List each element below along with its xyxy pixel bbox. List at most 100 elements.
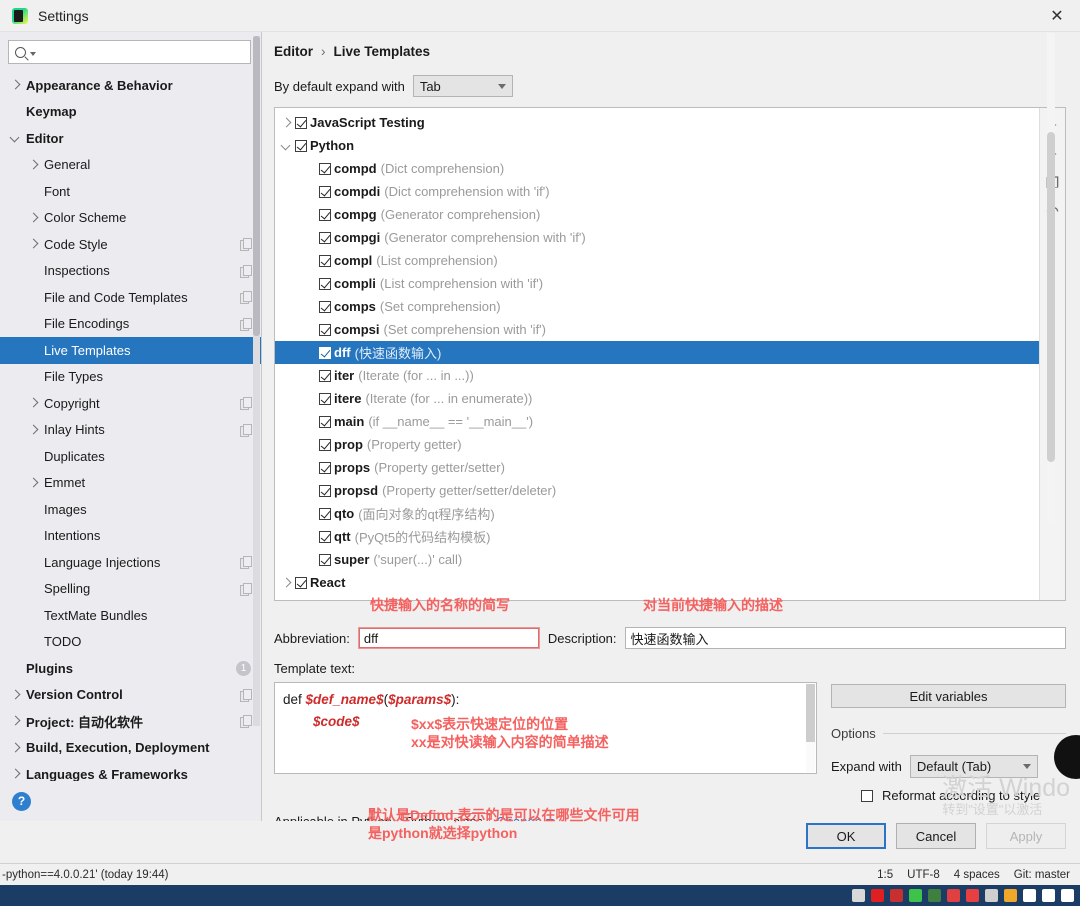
template-checkbox[interactable] — [319, 162, 331, 175]
template-checkbox[interactable] — [319, 208, 331, 221]
wifi-icon[interactable] — [1023, 889, 1036, 902]
sidebar-item-file-types[interactable]: File Types — [0, 364, 261, 391]
sidebar-item-inlay-hints[interactable]: Inlay Hints — [0, 417, 261, 444]
chevron-right-icon[interactable] — [281, 117, 293, 129]
sidebar-item-file-and-code-templates[interactable]: File and Code Templates — [0, 284, 261, 311]
excel-icon[interactable] — [966, 889, 979, 902]
template-row[interactable]: prop (Property getter) — [275, 433, 1039, 456]
template-checkbox[interactable] — [319, 231, 331, 244]
template-row[interactable]: Shell Script — [275, 594, 1039, 600]
download-icon[interactable] — [1004, 889, 1017, 902]
sidebar-item-spelling[interactable]: Spelling — [0, 576, 261, 603]
edit-variables-button[interactable]: Edit variables — [831, 684, 1066, 708]
template-row[interactable]: iter (Iterate (for ... in ...)) — [275, 364, 1039, 387]
template-row[interactable]: compg (Generator comprehension) — [275, 203, 1039, 226]
chevron-right-icon[interactable] — [28, 477, 40, 489]
template-checkbox[interactable] — [319, 484, 331, 497]
template-row[interactable]: compl (List comprehension) — [275, 249, 1039, 272]
help-icon[interactable]: ? — [12, 791, 31, 811]
template-row[interactable]: compgi (Generator comprehension with 'if'… — [275, 226, 1039, 249]
sidebar-item-languages-frameworks[interactable]: Languages & Frameworks — [0, 761, 261, 781]
status-caret-position[interactable]: 1:5 — [877, 869, 893, 881]
sidebar-item-code-style[interactable]: Code Style — [0, 231, 261, 258]
chevron-right-icon[interactable] — [281, 600, 293, 601]
sidebar-item-keymap[interactable]: Keymap — [0, 99, 261, 126]
default-expand-select[interactable]: Tab — [412, 75, 513, 97]
ok-button[interactable]: OK — [806, 823, 886, 849]
template-checkbox[interactable] — [319, 300, 331, 313]
chevron-right-icon[interactable] — [28, 424, 40, 436]
template-row[interactable]: dff (快速函数输入) — [275, 341, 1039, 364]
breadcrumb-parent[interactable]: Editor — [274, 44, 313, 59]
chevron-right-icon[interactable] — [281, 577, 293, 589]
chevron-right-icon[interactable] — [10, 689, 22, 701]
template-checkbox[interactable] — [319, 461, 331, 474]
apply-button[interactable]: Apply — [986, 823, 1066, 849]
search-input[interactable] — [36, 44, 244, 60]
user-icon[interactable] — [890, 889, 903, 902]
expand-with-select[interactable]: Default (Tab) — [909, 755, 1038, 778]
sidebar-item-intentions[interactable]: Intentions — [0, 523, 261, 550]
template-row[interactable]: Python — [275, 134, 1039, 157]
reformat-checkbox-row[interactable]: Reformat according to style — [861, 788, 1066, 803]
description-input[interactable]: 快速函数输入 — [624, 627, 1066, 649]
chevron-right-icon[interactable] — [28, 159, 40, 171]
template-row[interactable]: main (if __name__ == '__main__') — [275, 410, 1039, 433]
template-checkbox[interactable] — [319, 277, 331, 290]
qq-browser-icon[interactable] — [928, 889, 941, 902]
sidebar-scrollbar-thumb[interactable] — [253, 36, 260, 336]
sidebar-item-textmate-bundles[interactable]: TextMate Bundles — [0, 602, 261, 629]
template-checkbox[interactable] — [319, 530, 331, 543]
template-checkbox[interactable] — [319, 507, 331, 520]
sidebar-item-copyright[interactable]: Copyright — [0, 390, 261, 417]
template-checkbox[interactable] — [319, 415, 331, 428]
template-row[interactable]: super ('super(...)' call) — [275, 548, 1039, 571]
search-box[interactable] — [8, 40, 251, 64]
sidebar-item-build-execution-deployment[interactable]: Build, Execution, Deployment — [0, 735, 261, 762]
editor-scrollbar-thumb[interactable] — [806, 684, 815, 742]
chevron-right-icon[interactable] — [10, 742, 22, 754]
template-checkbox[interactable] — [319, 323, 331, 336]
red-flag-icon[interactable] — [947, 889, 960, 902]
template-row[interactable]: compli (List comprehension with 'if') — [275, 272, 1039, 295]
chevron-right-icon[interactable] — [10, 768, 22, 780]
sidebar-item-project[interactable]: Project: 自动化软件 — [0, 708, 261, 735]
template-row[interactable]: itere (Iterate (for ... in enumerate)) — [275, 387, 1039, 410]
chevron-right-icon[interactable] — [28, 397, 40, 409]
chevron-down-icon[interactable] — [10, 132, 22, 144]
chevron-right-icon[interactable] — [10, 79, 22, 91]
sidebar-item-file-encodings[interactable]: File Encodings — [0, 311, 261, 338]
status-indent[interactable]: 4 spaces — [954, 869, 1000, 881]
template-row[interactable]: qtt (PyQt5的代码结构模板) — [275, 525, 1039, 548]
close-icon[interactable]: ✕ — [1034, 0, 1080, 32]
sidebar-item-language-injections[interactable]: Language Injections — [0, 549, 261, 576]
template-checkbox[interactable] — [319, 392, 331, 405]
template-checkbox[interactable] — [295, 139, 307, 152]
abbreviation-input[interactable]: dff — [357, 627, 540, 649]
keyboard-icon[interactable] — [1061, 889, 1074, 902]
sidebar-item-editor[interactable]: Editor — [0, 125, 261, 152]
template-checkbox[interactable] — [319, 553, 331, 566]
wechat-icon[interactable] — [909, 889, 922, 902]
template-row[interactable]: propsd (Property getter/setter/deleter) — [275, 479, 1039, 502]
sidebar-item-live-templates[interactable]: Live Templates — [0, 337, 261, 364]
template-checkbox[interactable] — [295, 576, 307, 589]
template-checkbox[interactable] — [319, 254, 331, 267]
opera-icon[interactable] — [871, 889, 884, 902]
sidebar-item-font[interactable]: Font — [0, 178, 261, 205]
template-checkbox[interactable] — [319, 346, 331, 359]
sidebar-item-color-scheme[interactable]: Color Scheme — [0, 205, 261, 232]
templates-list[interactable]: JavaScript Testing Python compd (Dict compr… — [275, 108, 1039, 600]
reformat-checkbox[interactable] — [861, 789, 873, 802]
template-row[interactable]: JavaScript Testing — [275, 111, 1039, 134]
chevron-down-icon[interactable] — [281, 140, 293, 152]
status-encoding[interactable]: UTF-8 — [907, 869, 940, 881]
template-checkbox[interactable] — [295, 599, 307, 600]
templates-scrollbar-thumb[interactable] — [1047, 132, 1055, 462]
template-checkbox[interactable] — [319, 369, 331, 382]
template-checkbox[interactable] — [319, 185, 331, 198]
chevron-right-icon[interactable] — [28, 212, 40, 224]
template-row[interactable]: comps (Set comprehension) — [275, 295, 1039, 318]
folder-icon[interactable] — [985, 889, 998, 902]
sidebar-item-emmet[interactable]: Emmet — [0, 470, 261, 497]
